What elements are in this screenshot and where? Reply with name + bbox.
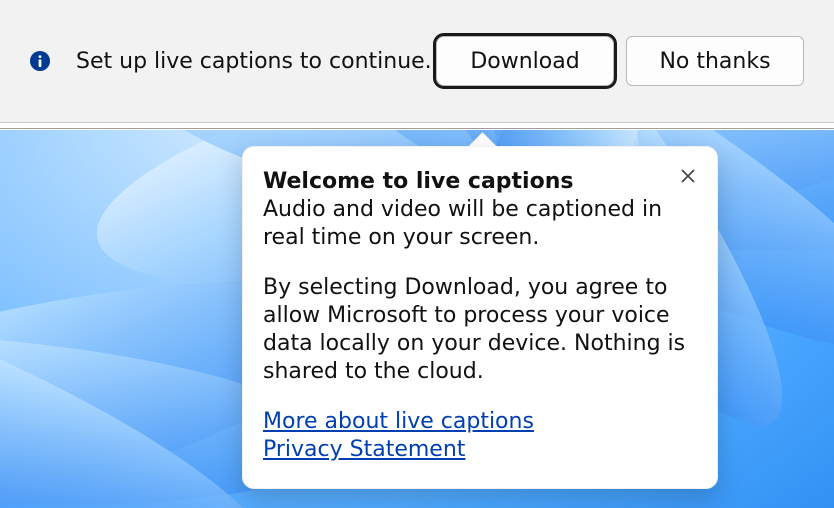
popover-body-2: By selecting Download, you agree to allo… [263,274,691,386]
privacy-statement-link[interactable]: Privacy Statement [263,436,465,464]
popover-arrow [465,128,499,148]
close-button[interactable] [671,159,705,193]
banner-message: Set up live captions to continue. [76,49,432,74]
info-icon [30,51,50,71]
download-button[interactable]: Download [436,36,614,86]
live-captions-setup-banner: Set up live captions to continue. Downlo… [0,0,834,123]
popover-title: Welcome to live captions [263,169,691,194]
popover-body-1: Audio and video will be captioned in rea… [263,196,691,252]
banner-separator [0,123,834,129]
more-about-live-captions-link[interactable]: More about live captions [263,408,534,436]
no-thanks-button[interactable]: No thanks [626,36,804,86]
